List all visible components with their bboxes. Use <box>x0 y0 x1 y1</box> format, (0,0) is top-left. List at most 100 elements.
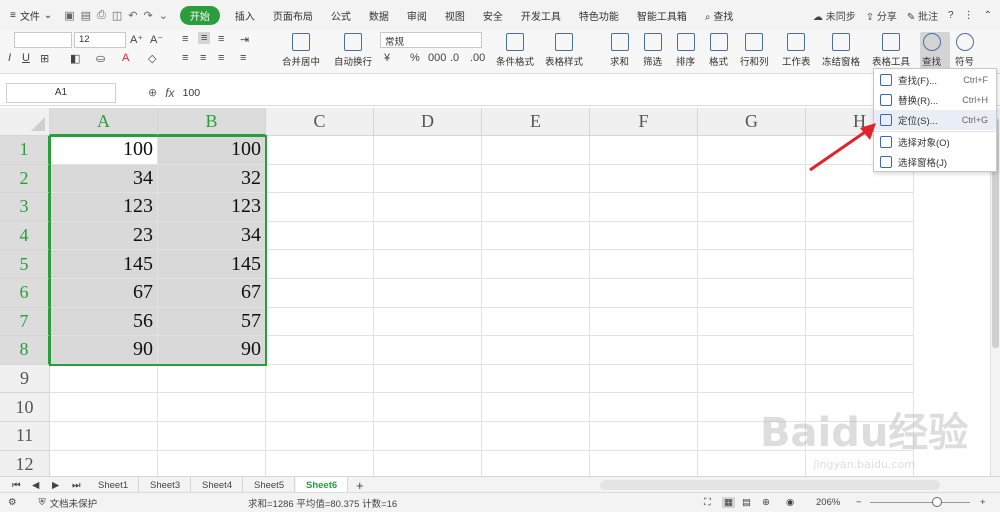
column-header-f[interactable]: F <box>590 108 698 136</box>
cell-e8[interactable] <box>482 336 590 365</box>
row-header-10[interactable]: 10 <box>0 393 50 422</box>
cell-f7[interactable] <box>590 307 698 337</box>
cell-d6[interactable] <box>374 279 482 308</box>
row-header-12[interactable]: 12 <box>0 450 50 478</box>
cell-a7[interactable]: 56 <box>50 307 158 337</box>
cell-b3[interactable]: 123 <box>158 193 266 222</box>
row-col-button[interactable]: 行和列 <box>740 33 769 68</box>
zoom-formula-icon[interactable]: ⊕ <box>148 86 157 99</box>
cell-g5[interactable] <box>698 250 806 279</box>
conditional-format-button[interactable]: 条件格式 <box>496 33 534 68</box>
cell-a4[interactable]: 23 <box>50 221 158 251</box>
tab-view[interactable]: 视图 <box>436 8 474 23</box>
cell-d9[interactable] <box>374 364 482 394</box>
cell-c10[interactable] <box>266 393 374 422</box>
percent-icon[interactable]: % <box>410 52 420 64</box>
zoom-level[interactable]: 206% <box>816 497 840 508</box>
zoom-out-icon[interactable]: − <box>856 497 862 508</box>
cell-h4[interactable] <box>806 221 914 251</box>
cell-a9[interactable] <box>50 364 158 394</box>
table-style-button[interactable]: 表格样式 <box>545 33 583 68</box>
row-header-2[interactable]: 2 <box>0 164 50 194</box>
cell-g4[interactable] <box>698 221 806 251</box>
fx-icon[interactable]: fx <box>165 86 174 100</box>
cell-e1[interactable] <box>482 136 590 165</box>
cell-e7[interactable] <box>482 307 590 337</box>
cell-c9[interactable] <box>266 364 374 394</box>
cell-f3[interactable] <box>590 193 698 222</box>
cell-a12[interactable] <box>50 450 158 478</box>
collapse-icon[interactable]: ⌃ <box>984 10 992 21</box>
cell-a1[interactable]: 100 <box>50 136 158 165</box>
tab-last-icon[interactable]: ⏭ <box>62 477 91 493</box>
cell-e9[interactable] <box>482 364 590 394</box>
cell-d4[interactable] <box>374 221 482 251</box>
font-color-icon[interactable]: A <box>122 52 129 64</box>
filter-button[interactable]: 筛选 <box>643 33 662 68</box>
row-header-7[interactable]: 7 <box>0 307 50 337</box>
tab-search[interactable]: ⌕ 查找 <box>696 8 742 23</box>
cell-g6[interactable] <box>698 279 806 308</box>
page-break-view-icon[interactable]: ▤ <box>742 497 751 508</box>
cell-b8[interactable]: 90 <box>158 336 266 365</box>
currency-icon[interactable]: ¥ <box>384 52 390 64</box>
cell-b9[interactable] <box>158 364 266 394</box>
cell-b4[interactable]: 34 <box>158 221 266 251</box>
cell-f12[interactable] <box>590 450 698 478</box>
save-icon[interactable]: ▣ <box>64 9 74 22</box>
font-name-select[interactable] <box>14 32 72 48</box>
cell-e5[interactable] <box>482 250 590 279</box>
cell-b5[interactable]: 145 <box>158 250 266 279</box>
fill-color-icon[interactable]: ◧ <box>70 52 80 65</box>
cell-f6[interactable] <box>590 279 698 308</box>
column-header-c[interactable]: C <box>266 108 374 136</box>
tab-home[interactable]: 开始 <box>179 5 220 25</box>
cell-c12[interactable] <box>266 450 374 478</box>
row-header-4[interactable]: 4 <box>0 221 50 251</box>
merge-center-button[interactable]: 合并居中 <box>282 33 320 68</box>
column-header-b[interactable]: B <box>158 108 266 136</box>
align-right-icon[interactable]: ≡ <box>218 52 224 64</box>
row-header-9[interactable]: 9 <box>0 364 50 394</box>
formula-input[interactable]: 100 <box>183 87 201 99</box>
tab-formula[interactable]: 公式 <box>322 8 360 23</box>
shrink-font-icon[interactable]: A⁻ <box>150 33 163 46</box>
table-tools-button[interactable]: 表格工具 <box>872 33 910 68</box>
cell-c3[interactable] <box>266 193 374 222</box>
format-button[interactable]: 格式 <box>709 33 728 68</box>
cell-e4[interactable] <box>482 221 590 251</box>
cell-c1[interactable] <box>266 136 374 165</box>
fill-bucket-icon[interactable]: ⛀ <box>96 52 105 65</box>
align-bottom-icon[interactable]: ≡ <box>218 33 224 45</box>
cell-d11[interactable] <box>374 422 482 451</box>
cell-e11[interactable] <box>482 422 590 451</box>
cell-c7[interactable] <box>266 307 374 337</box>
cell-b1[interactable]: 100 <box>158 136 266 165</box>
cell-d8[interactable] <box>374 336 482 365</box>
cell-c8[interactable] <box>266 336 374 365</box>
column-header-a[interactable]: A <box>50 108 158 136</box>
cell-b2[interactable]: 32 <box>158 164 266 194</box>
cell-d3[interactable] <box>374 193 482 222</box>
worksheet-button[interactable]: 工作表 <box>782 33 811 68</box>
italic-icon[interactable]: I <box>8 52 11 64</box>
fullscreen-icon[interactable]: ⛶ <box>704 497 711 508</box>
sum-button[interactable]: 求和 <box>610 33 629 68</box>
menu-item-find[interactable]: 查找(F)... Ctrl+F <box>874 70 996 90</box>
justify-icon[interactable]: ≡ <box>240 52 246 64</box>
cell-d5[interactable] <box>374 250 482 279</box>
share-button[interactable]: ⇪ 分享 <box>866 8 897 23</box>
cell-b12[interactable] <box>158 450 266 478</box>
cell-h5[interactable] <box>806 250 914 279</box>
cell-d1[interactable] <box>374 136 482 165</box>
cell-f5[interactable] <box>590 250 698 279</box>
cell-h7[interactable] <box>806 307 914 337</box>
print-preview-icon[interactable]: ◫ <box>112 9 122 22</box>
cell-c6[interactable] <box>266 279 374 308</box>
border-icon[interactable]: ⊞ <box>40 52 49 65</box>
eye-protection-icon[interactable]: ◉ <box>786 497 794 508</box>
align-left-icon[interactable]: ≡ <box>182 52 188 64</box>
tab-developer[interactable]: 开发工具 <box>512 8 570 23</box>
cell-c5[interactable] <box>266 250 374 279</box>
redo-icon[interactable]: ↷ <box>143 9 152 22</box>
